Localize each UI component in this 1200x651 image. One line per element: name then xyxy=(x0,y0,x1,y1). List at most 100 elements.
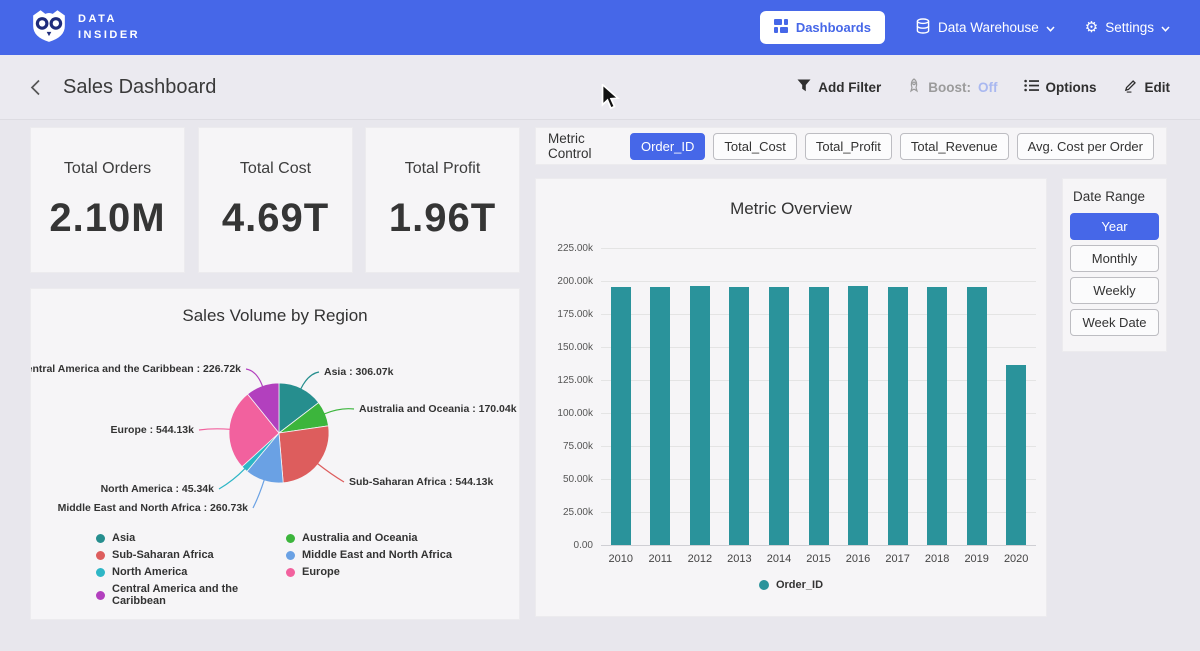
legend-item-sub-saharan-africa[interactable]: Sub-Saharan Africa xyxy=(96,549,286,561)
bar-2012[interactable] xyxy=(690,286,710,545)
legend-item-europe[interactable]: Europe xyxy=(286,566,452,578)
y-axis-tick-label: 225.00k xyxy=(545,243,593,254)
legend-dot xyxy=(286,551,295,560)
boost-toggle[interactable]: Boost: Off xyxy=(907,78,997,96)
edit-button[interactable]: Edit xyxy=(1123,78,1171,96)
pie-label-leader xyxy=(219,468,245,489)
y-axis-tick-label: 125.00k xyxy=(545,375,593,386)
date-range-option-week-date[interactable]: Week Date xyxy=(1070,309,1159,336)
legend-dot xyxy=(96,551,105,560)
legend-item-central-america-and-the-caribbean[interactable]: Central America and the Caribbean xyxy=(96,583,286,607)
pie-legend: Asia Australia and Oceania Sub-Saharan Afr… xyxy=(96,532,452,607)
legend-dot xyxy=(286,534,295,543)
pie-label-middle-east-and-north-africa: Middle East and North Africa : 260.73k xyxy=(58,502,249,514)
legend-item-asia[interactable]: Asia xyxy=(96,532,286,544)
legend-label: Middle East and North Africa xyxy=(302,549,452,561)
legend-label: Order_ID xyxy=(776,579,823,591)
x-axis-tick-label: 2015 xyxy=(799,553,839,565)
bar-2020[interactable] xyxy=(1006,365,1026,545)
metric-option-total-revenue[interactable]: Total_Revenue xyxy=(900,133,1009,160)
gridline xyxy=(601,281,1036,282)
legend-item-australia-and-oceania[interactable]: Australia and Oceania xyxy=(286,532,452,544)
bar-2013[interactable] xyxy=(729,287,749,545)
dashboard-canvas: Total Orders 2.10M Total Cost 4.69T Tota… xyxy=(0,120,1200,651)
y-axis-tick-label: 50.00k xyxy=(545,474,593,485)
bar-legend-order-id[interactable]: Order_ID xyxy=(536,579,1046,591)
options-list-icon xyxy=(1024,79,1039,95)
kpi-card-total-profit: Total Profit 1.96T xyxy=(365,127,520,273)
y-axis-tick-label: 100.00k xyxy=(545,408,593,419)
legend-label: Asia xyxy=(112,532,135,544)
dashboards-grid-icon xyxy=(774,19,788,36)
x-axis-tick-label: 2012 xyxy=(680,553,720,565)
pie-label-leader xyxy=(301,372,319,389)
pie-label-leader xyxy=(199,429,230,430)
gridline xyxy=(601,545,1036,546)
add-filter-button[interactable]: Add Filter xyxy=(797,79,881,95)
x-axis-tick-label: 2014 xyxy=(759,553,799,565)
y-axis-tick-label: 25.00k xyxy=(545,507,593,518)
legend-dot xyxy=(286,568,295,577)
metric-control-bar: Metric Control Order_ID Total_Cost Total_P… xyxy=(535,127,1167,165)
kpi-card-total-cost: Total Cost 4.69T xyxy=(198,127,353,273)
pie-chart-panel: Sales Volume by Region Asia : 306.07kAus… xyxy=(30,288,520,620)
date-range-buttons: Year Monthly Weekly Week Date xyxy=(1070,213,1159,336)
metric-option-total-profit[interactable]: Total_Profit xyxy=(805,133,892,160)
legend-item-middle-east-and-north-africa[interactable]: Middle East and North Africa xyxy=(286,549,452,561)
x-axis-tick-label: 2011 xyxy=(640,553,680,565)
pie-label-europe: Europe : 544.13k xyxy=(111,424,195,436)
pencil-icon xyxy=(1123,78,1138,96)
settings-menu[interactable]: ⚙ Settings xyxy=(1085,20,1170,35)
brand-logo[interactable]: DATA INSIDER xyxy=(30,6,140,49)
bar-2019[interactable] xyxy=(967,287,987,545)
metric-control-label: Metric Control xyxy=(548,131,618,161)
y-axis-tick-label: 150.00k xyxy=(545,342,593,353)
legend-label: Central America and the Caribbean xyxy=(112,583,286,607)
date-range-option-weekly[interactable]: Weekly xyxy=(1070,277,1159,304)
bar-2010[interactable] xyxy=(611,287,631,545)
legend-dot xyxy=(759,580,769,590)
bar-2016[interactable] xyxy=(848,286,868,545)
kpi-label: Total Profit xyxy=(405,160,481,178)
metric-option-total-cost[interactable]: Total_Cost xyxy=(713,133,796,160)
bar-2015[interactable] xyxy=(809,287,829,545)
database-icon xyxy=(915,18,931,37)
pie-label-leader xyxy=(253,480,264,508)
brand-text: DATA INSIDER xyxy=(78,12,140,44)
legend-label: Europe xyxy=(302,566,340,578)
bar-2014[interactable] xyxy=(769,287,789,545)
bar-chart-panel: Metric Overview 225.00k200.00k175.00k150… xyxy=(535,178,1047,617)
legend-label: Sub-Saharan Africa xyxy=(112,549,214,561)
pie-label-leader xyxy=(317,464,344,483)
options-button[interactable]: Options xyxy=(1024,79,1097,95)
legend-dot xyxy=(96,534,105,543)
date-range-option-monthly[interactable]: Monthly xyxy=(1070,245,1159,272)
owl-logo-icon xyxy=(30,6,68,49)
gridline xyxy=(601,248,1036,249)
kpi-value: 4.69T xyxy=(222,196,329,241)
kpi-value: 2.10M xyxy=(49,196,165,241)
bar-2018[interactable] xyxy=(927,287,947,545)
x-axis-tick-label: 2020 xyxy=(996,553,1036,565)
kpi-label: Total Cost xyxy=(240,160,311,178)
x-axis-tick-label: 2016 xyxy=(838,553,878,565)
kpi-label: Total Orders xyxy=(64,160,151,178)
y-axis-tick-label: 0.00 xyxy=(545,540,593,551)
y-axis-tick-label: 200.00k xyxy=(545,276,593,287)
pie-label-central-america-and-the-caribbean: Central America and the Caribbean : 226.… xyxy=(31,363,241,375)
legend-item-north-america[interactable]: North America xyxy=(96,566,286,578)
bar-chart: 225.00k200.00k175.00k150.00k125.00k100.0… xyxy=(536,179,1046,616)
y-axis-tick-label: 75.00k xyxy=(545,441,593,452)
bar-2011[interactable] xyxy=(650,287,670,545)
pie-label-sub-saharan-africa: Sub-Saharan Africa : 544.13k xyxy=(349,476,493,488)
date-range-option-year[interactable]: Year xyxy=(1070,213,1159,240)
metric-control-buttons: Order_ID Total_Cost Total_Profit Total_Reve… xyxy=(630,133,1154,160)
metric-option-order-id[interactable]: Order_ID xyxy=(630,133,705,160)
dashboards-button[interactable]: Dashboards xyxy=(760,11,885,44)
bar-2017[interactable] xyxy=(888,287,908,545)
back-button[interactable] xyxy=(30,79,41,96)
data-warehouse-menu[interactable]: Data Warehouse xyxy=(915,18,1055,37)
metric-option-avg-cost-per-order[interactable]: Avg. Cost per Order xyxy=(1017,133,1154,160)
pie-slice-sub-saharan-africa[interactable] xyxy=(279,426,329,483)
page-header: Sales Dashboard Add Filter Boost: Off xyxy=(0,55,1200,120)
